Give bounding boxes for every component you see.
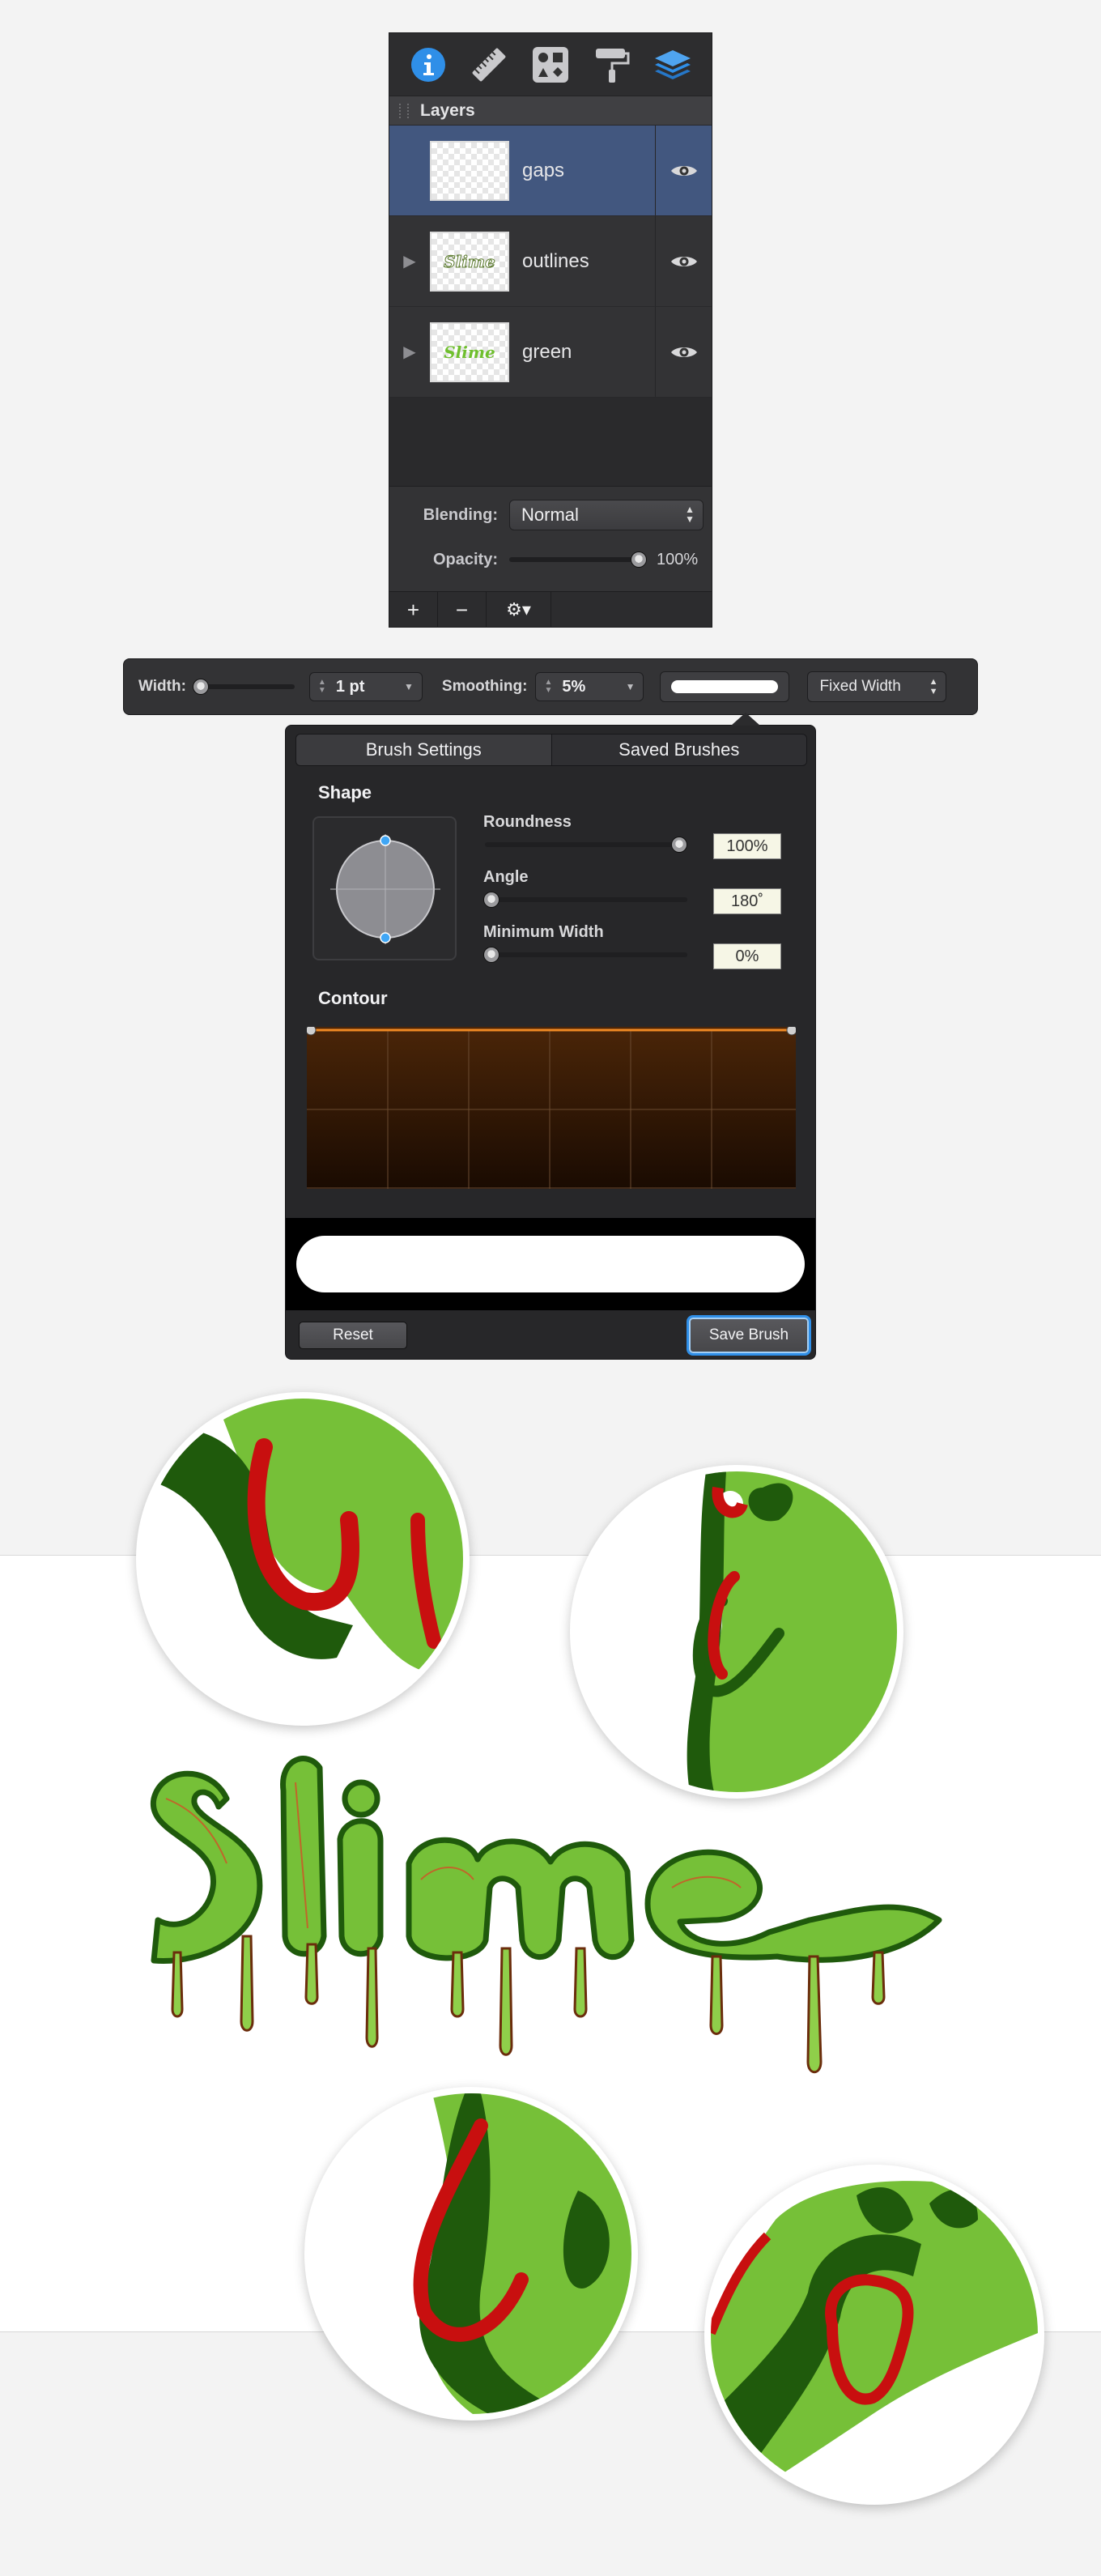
popover-footer: Reset Save Brush <box>286 1312 815 1359</box>
minimum-width-slider-knob[interactable] <box>483 947 499 963</box>
info-icon[interactable] <box>404 40 453 89</box>
angle-label: Angle <box>483 868 529 886</box>
roundness-slider[interactable] <box>485 837 687 853</box>
blending-label: Blending: <box>423 505 498 524</box>
opacity-row: Opacity: 100% <box>389 543 712 576</box>
smoothing-value: 5% <box>562 677 586 696</box>
layer-name[interactable]: outlines <box>522 250 655 273</box>
brush-stroke-preview-button[interactable] <box>660 671 790 702</box>
zoom-detail-4 <box>704 2165 1044 2505</box>
roundness-slider-knob[interactable] <box>671 837 687 853</box>
layers-footer: + − ⚙▾ <box>389 591 712 628</box>
width-stepper[interactable]: ▲ ▼ 1 pt ▼ <box>308 672 423 701</box>
layer-thumbnail: Slime <box>430 231 509 292</box>
visibility-eye-icon[interactable] <box>655 216 712 306</box>
brush-tabs: Brush Settings Saved Brushes <box>295 734 807 766</box>
layers-title: Layers <box>420 100 475 120</box>
smoothing-stepper[interactable]: ▲ ▼ 5% ▼ <box>535 672 644 701</box>
disclosure-triangle-icon[interactable]: ▶ <box>389 342 430 362</box>
blending-select[interactable]: Normal ▲ ▼ <box>509 500 704 530</box>
disclosure-triangle-icon[interactable]: ▶ <box>389 251 430 271</box>
roundness-field[interactable]: 100% <box>713 833 781 859</box>
select-arrows-icon: ▲ ▼ <box>929 677 938 696</box>
paint-roller-icon[interactable] <box>588 40 636 89</box>
angle-field[interactable]: 180˚ <box>713 888 781 914</box>
save-brush-button[interactable]: Save Brush <box>689 1318 809 1353</box>
contour-title: Contour <box>318 988 388 1008</box>
thumb-slime-outline-text: Slime <box>444 251 496 271</box>
select-arrows-icon: ▲ ▼ <box>685 504 695 525</box>
brush-settings-popover: Brush Settings Saved Brushes Shape Round… <box>285 713 816 1360</box>
tab-brush-settings[interactable]: Brush Settings <box>296 734 551 765</box>
popover-caret <box>731 713 760 726</box>
dropdown-arrow-icon[interactable]: ▼ <box>626 681 636 692</box>
ruler-icon[interactable] <box>465 40 513 89</box>
width-slider-knob[interactable] <box>192 679 209 695</box>
layer-name[interactable]: gaps <box>522 160 655 182</box>
layers-icon[interactable] <box>648 40 697 89</box>
layers-panel: Layers gaps ▶ Slime outlines ▶ Slime gre… <box>389 32 712 628</box>
minimum-width-label: Minimum Width <box>483 923 604 941</box>
minimum-width-slider[interactable] <box>483 947 687 963</box>
blending-row: Blending: Normal ▲ ▼ <box>389 487 712 543</box>
shapes-icon[interactable] <box>526 40 575 89</box>
drag-grip-icon[interactable] <box>399 103 409 118</box>
width-slider[interactable] <box>192 679 295 695</box>
opacity-slider[interactable] <box>509 551 647 568</box>
reset-button[interactable]: Reset <box>299 1322 407 1349</box>
brush-shape-preview[interactable] <box>312 816 457 960</box>
opacity-value: 100% <box>657 550 699 568</box>
zoom-detail-1 <box>136 1392 470 1726</box>
width-label: Width: <box>138 678 186 695</box>
zoom-detail-2 <box>570 1465 903 1799</box>
angle-slider-knob[interactable] <box>483 892 499 908</box>
width-mode-select[interactable]: Fixed Width ▲ ▼ <box>807 671 947 702</box>
layer-row-gaps[interactable]: gaps <box>389 126 712 216</box>
width-value: 1 pt <box>335 677 365 696</box>
brush-preview-stroke <box>286 1218 815 1310</box>
visibility-eye-icon[interactable] <box>655 307 712 397</box>
layer-thumbnail <box>430 140 509 201</box>
shape-title: Shape <box>318 782 372 803</box>
blending-value: Normal <box>521 505 579 525</box>
opacity-label: Opacity: <box>432 550 498 568</box>
layer-thumbnail: Slime <box>430 321 509 382</box>
smoothing-label: Smoothing: <box>441 678 528 695</box>
layers-header: Layers <box>389 96 712 126</box>
roundness-label: Roundness <box>483 813 572 831</box>
layer-row-outlines[interactable]: ▶ Slime outlines <box>389 216 712 307</box>
artboard[interactable] <box>0 1392 1101 2505</box>
add-layer-button[interactable]: + <box>389 592 438 628</box>
dropdown-arrow-icon[interactable]: ▼ <box>404 681 414 692</box>
thumb-slime-green-text: Slime <box>444 342 495 362</box>
stepper-arrows-icon[interactable]: ▲ ▼ <box>544 679 552 695</box>
layers-empty-area[interactable] <box>389 398 712 487</box>
remove-layer-button[interactable]: − <box>438 592 487 628</box>
gear-menu-button[interactable]: ⚙▾ <box>487 592 551 628</box>
minimum-width-field[interactable]: 0% <box>713 943 781 969</box>
zoom-detail-3 <box>304 2087 638 2421</box>
layer-row-green[interactable]: ▶ Slime green <box>389 307 712 398</box>
tab-saved-brushes[interactable]: Saved Brushes <box>550 734 806 765</box>
layer-name[interactable]: green <box>522 341 655 364</box>
brush-toolbar: Width: ▲ ▼ 1 pt ▼ Smoothing: ▲ ▼ 5% ▼ Fixe… <box>123 658 978 715</box>
panel-tabbar <box>389 33 712 96</box>
stepper-arrows-icon[interactable]: ▲ ▼ <box>318 679 326 695</box>
visibility-eye-icon[interactable] <box>655 126 712 215</box>
width-mode-value: Fixed Width <box>819 678 901 695</box>
opacity-slider-knob[interactable] <box>631 551 647 568</box>
angle-slider[interactable] <box>483 892 687 908</box>
contour-graph[interactable] <box>305 1024 797 1189</box>
